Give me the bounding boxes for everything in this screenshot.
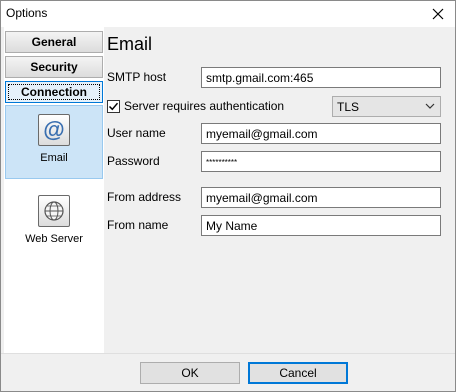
checkmark-icon — [108, 102, 119, 110]
sidebar-button-connection[interactable]: Connection — [5, 81, 103, 103]
dialog-footer: OK Cancel — [1, 353, 455, 391]
sidebar-button-general[interactable]: General — [5, 31, 103, 53]
at-sign-icon: @ — [38, 114, 70, 146]
from-name-input[interactable]: My Name — [201, 215, 441, 236]
page-title: Email — [107, 34, 153, 54]
cancel-button[interactable]: Cancel — [248, 362, 348, 384]
security-select-value: TLS — [337, 100, 360, 114]
ok-button[interactable]: OK — [140, 362, 240, 384]
sidebar: General Security Connection @ Email Web … — [4, 27, 104, 353]
auth-checkbox-label: Server requires authentication — [124, 99, 285, 113]
chevron-down-icon — [425, 103, 435, 109]
from-name-label: From name — [107, 218, 169, 232]
title-bar: Options — [1, 1, 455, 27]
from-address-input[interactable]: myemail@gmail.com — [201, 187, 441, 208]
username-input[interactable]: myemail@gmail.com — [201, 123, 441, 144]
sidebar-item-label: Email — [40, 152, 68, 164]
window-title: Options — [6, 6, 48, 20]
close-icon — [432, 8, 444, 20]
smtp-host-label: SMTP host — [107, 70, 167, 84]
password-label: Password — [107, 154, 160, 168]
globe-icon — [38, 195, 70, 227]
smtp-host-input[interactable]: smtp.gmail.com:465 — [201, 67, 441, 88]
dialog-body: General Security Connection @ Email Web … — [1, 27, 455, 353]
from-address-label: From address — [107, 190, 182, 204]
sidebar-item-label: Web Server — [25, 233, 83, 245]
username-label: User name — [107, 126, 166, 140]
security-select[interactable]: TLS — [332, 96, 441, 117]
checkbox-box[interactable] — [107, 99, 120, 113]
close-button[interactable] — [421, 1, 455, 27]
password-input[interactable]: ********** — [201, 151, 441, 172]
sidebar-button-security[interactable]: Security — [5, 56, 103, 78]
options-dialog: Options General Security Connection @ Em… — [0, 0, 456, 392]
sidebar-item-web-server[interactable]: Web Server — [5, 187, 103, 259]
sidebar-item-email[interactable]: @ Email — [5, 105, 103, 179]
auth-checkbox[interactable]: Server requires authentication — [107, 99, 284, 113]
